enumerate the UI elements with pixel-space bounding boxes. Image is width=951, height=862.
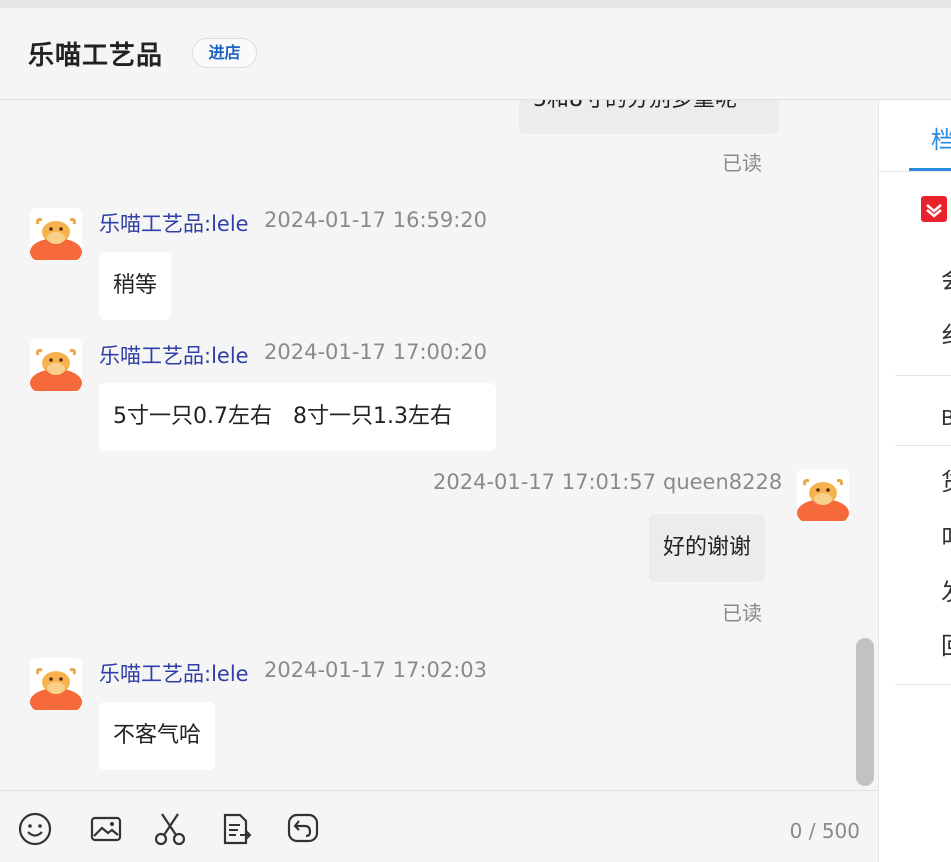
message-sender[interactable]: 乐喵工艺品:lele (99, 340, 249, 370)
message-text: 5和8寸的分别多重呢 (533, 100, 737, 112)
avatar[interactable] (30, 339, 82, 391)
enter-store-button[interactable]: 进店 (192, 38, 257, 68)
message-time: 2024-01-17 17:01:57 (433, 470, 657, 494)
side-panel-text: 纟 (941, 315, 951, 350)
divider (895, 684, 951, 685)
message-sender: queen8228 (663, 470, 783, 494)
read-status: 已读 (722, 151, 762, 175)
message-time: 2024-01-17 17:00:20 (264, 340, 488, 364)
window-top-strip (0, 0, 951, 8)
message-sender[interactable]: 乐喵工艺品:lele (99, 658, 249, 688)
cow-avatar-icon (797, 479, 849, 521)
message-time: 2024-01-17 17:02:03 (264, 658, 488, 682)
message-sender[interactable]: 乐喵工艺品:lele (99, 208, 249, 238)
side-panel: 档 会 纟 B 货 叫 发 回 (878, 100, 951, 862)
message-bubble-incoming: 稍等 (99, 252, 172, 320)
divider (895, 375, 951, 376)
cow-avatar-icon (30, 218, 82, 260)
message-bubble-outgoing: 5和8寸的分别多重呢 (519, 100, 779, 134)
input-toolbar: 0 / 500 (0, 790, 878, 862)
document-icon[interactable] (218, 811, 254, 847)
avatar[interactable] (30, 208, 82, 260)
side-panel-text: 会 (941, 260, 951, 295)
message-text: 不客气哈 (113, 723, 202, 748)
side-panel-text: 回 (941, 626, 951, 661)
side-panel-text: 货 (941, 462, 951, 497)
read-status: 已读 (722, 601, 762, 625)
message-text: 5寸一只0.7左右 8寸一只1.3左右 (113, 404, 452, 429)
message-time: 2024-01-17 16:59:20 (264, 208, 488, 232)
cow-avatar-icon (30, 349, 82, 391)
shop-name: 乐喵工艺品 (28, 41, 164, 71)
char-counter: 0 / 500 (789, 819, 860, 843)
divider (895, 445, 951, 446)
message-bubble-incoming: 5寸一只0.7左右 8寸一只1.3左右 (99, 383, 496, 451)
cow-avatar-icon (30, 668, 82, 710)
message-bubble-incoming: 不客气哈 (99, 702, 216, 770)
side-panel-text: 发 (941, 572, 951, 607)
divider (879, 171, 951, 172)
avatar[interactable] (30, 658, 82, 710)
chat-header: 乐喵工艺品 进店 (0, 8, 951, 100)
message-list-scrollbar[interactable] (856, 638, 874, 786)
side-panel-text: 叫 (941, 518, 951, 553)
emoji-icon[interactable] (17, 811, 53, 847)
scissors-icon[interactable] (152, 811, 188, 847)
side-panel-tab[interactable]: 档 (931, 120, 951, 155)
recall-icon[interactable] (285, 811, 321, 847)
message-list[interactable]: 5和8寸的分别多重呢 已读 乐喵工艺品:lele 2024-01-17 16:5… (0, 100, 878, 790)
message-text: 稍等 (113, 273, 158, 298)
brand-logo-icon (921, 196, 947, 222)
avatar[interactable] (797, 469, 849, 521)
message-bubble-outgoing: 好的谢谢 (649, 514, 766, 582)
side-panel-text: B (941, 406, 951, 430)
image-icon[interactable] (88, 811, 124, 847)
message-text: 好的谢谢 (663, 535, 752, 560)
